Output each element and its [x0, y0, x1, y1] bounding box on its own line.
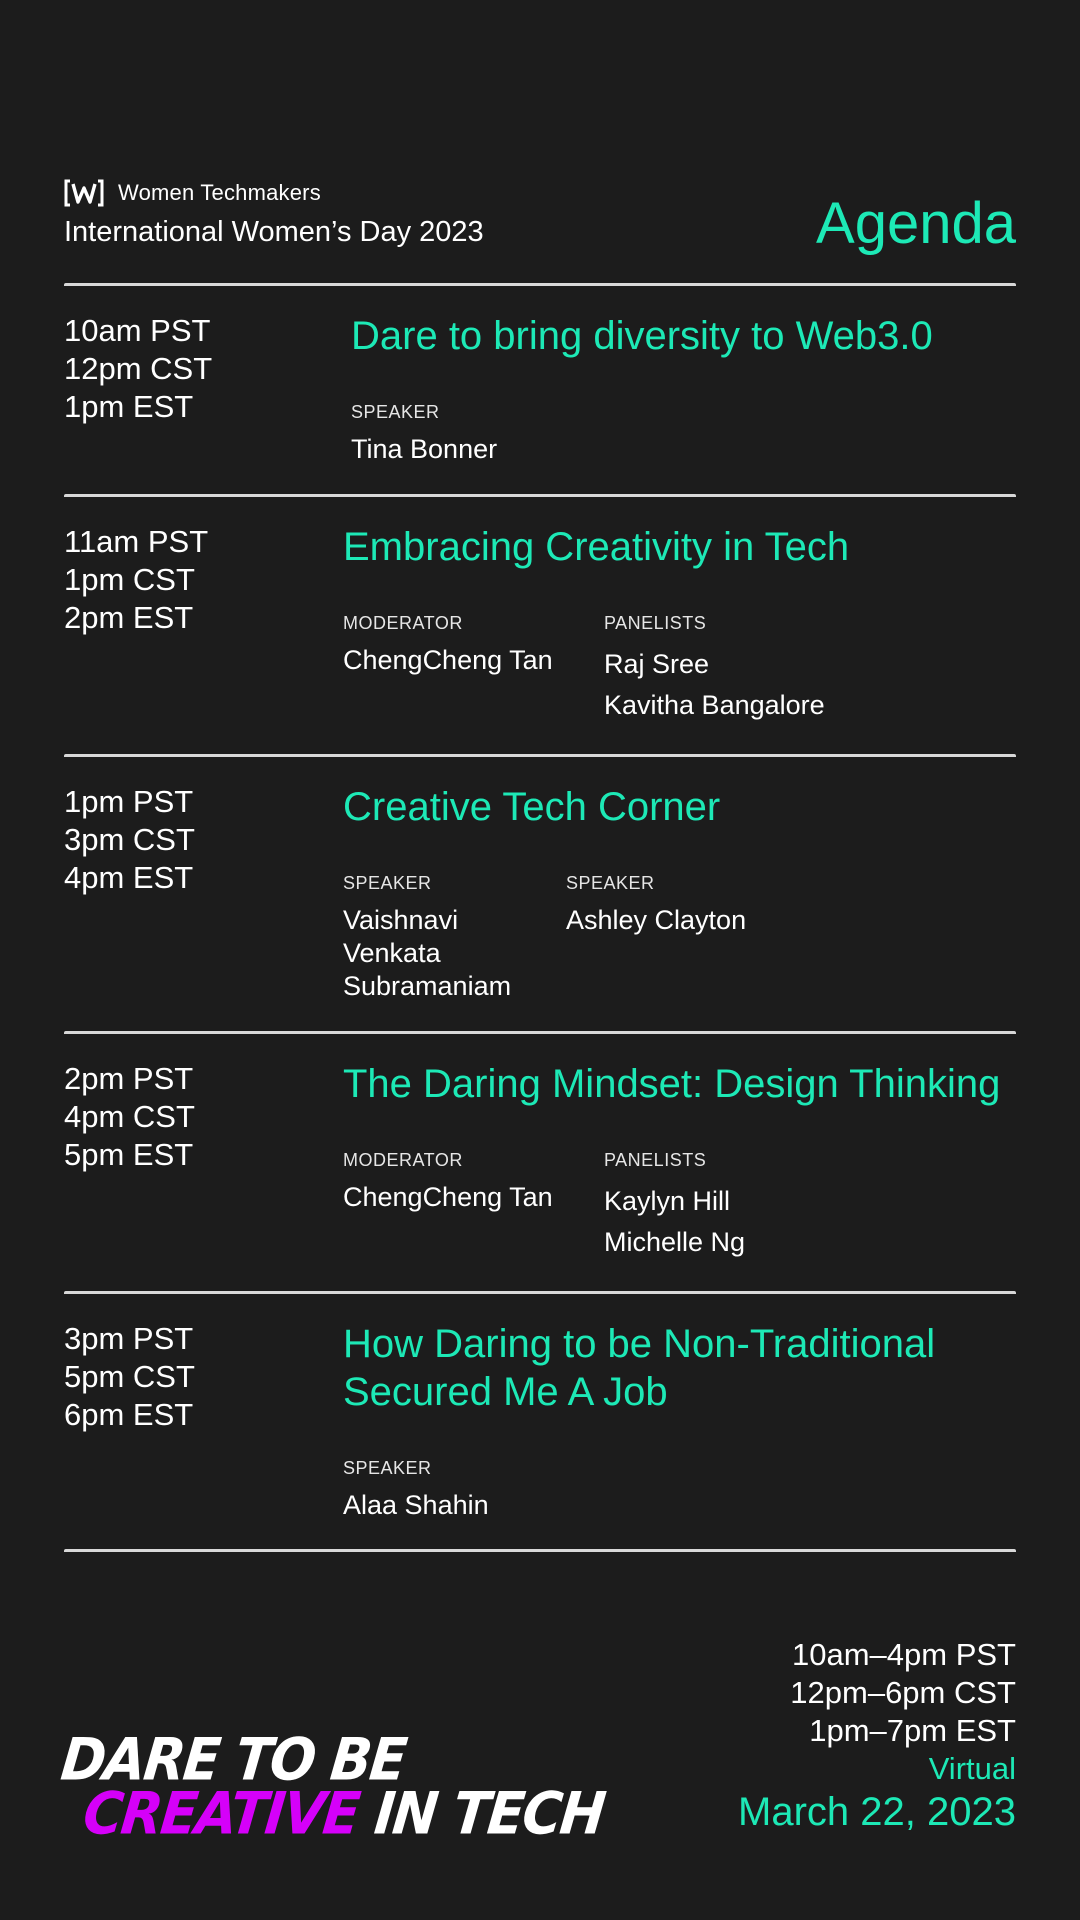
person-name: Kavitha Bangalore	[604, 690, 825, 720]
event-mode: Virtual	[928, 1751, 1016, 1786]
footer-tagline: DARE TO BE CREATIVE IN TECH	[53, 1725, 612, 1847]
time-est: 1pm EST	[64, 389, 194, 424]
time-pst: 1pm PST	[64, 784, 194, 819]
page-title: Agenda	[816, 191, 1016, 256]
session-times: 11am PST 1pm CST 2pm EST	[64, 523, 208, 637]
women-techmakers-logo-icon	[64, 179, 104, 207]
role-moderator: MODERATOR ChengCheng Tan	[343, 613, 604, 726]
time-cst: 5pm CST	[64, 1359, 195, 1394]
person-name: Alaa Shahin	[343, 1490, 489, 1520]
role-label: PANELISTS	[604, 613, 707, 633]
tagline-line-2: CREATIVE IN TECH	[53, 1779, 607, 1847]
session-roles: SPEAKER Tina Bonner	[351, 402, 1031, 466]
time-pst: 3pm PST	[64, 1321, 194, 1356]
person-name: Michelle Ng	[604, 1227, 746, 1257]
session-body: Embracing Creativity in Tech MODERATOR C…	[343, 523, 1023, 726]
role-moderator: MODERATOR ChengCheng Tan	[343, 1150, 604, 1263]
people-list: ChengCheng Tan	[343, 644, 604, 677]
session-roles: MODERATOR ChengCheng Tan PANELISTS Raj S…	[343, 613, 1023, 726]
role-label: PANELISTS	[604, 1150, 707, 1170]
time-est: 4pm EST	[64, 860, 194, 895]
footer-time-pst: 10am–4pm PST	[792, 1637, 1016, 1672]
people-list: Ashley Clayton	[566, 904, 746, 937]
divider	[64, 494, 1016, 499]
time-est: 6pm EST	[64, 1397, 194, 1432]
people-list: Tina Bonner	[351, 433, 497, 466]
person-name: Raj Sree	[604, 649, 710, 679]
time-cst: 12pm CST	[64, 351, 213, 386]
role-label: SPEAKER	[343, 1458, 432, 1478]
session-roles: MODERATOR ChengCheng Tan PANELISTS Kayly…	[343, 1150, 1023, 1263]
person-name: Vaishnavi	[343, 905, 459, 935]
session-body: How Daring to be Non-Traditional Secured…	[343, 1320, 983, 1522]
time-cst: 4pm CST	[64, 1099, 195, 1134]
divider	[64, 283, 1016, 288]
role-label: MODERATOR	[343, 613, 463, 633]
person-name: Tina Bonner	[351, 434, 498, 464]
time-pst: 2pm PST	[64, 1061, 194, 1096]
role-speaker: SPEAKER Tina Bonner	[351, 402, 497, 466]
time-est: 5pm EST	[64, 1137, 194, 1172]
session-roles: SPEAKER Alaa Shahin	[343, 1458, 983, 1522]
divider	[64, 1291, 1016, 1296]
tagline-line-1: DARE TO BE	[57, 1725, 409, 1794]
divider	[64, 1549, 1016, 1554]
person-name: Ashley Clayton	[566, 905, 747, 935]
time-cst: 1pm CST	[64, 562, 195, 597]
people-list: ChengCheng Tan	[343, 1181, 604, 1214]
role-label: SPEAKER	[343, 873, 432, 893]
session-body: The Daring Mindset: Design Thinking MODE…	[343, 1060, 1023, 1263]
people-list: Vaishnavi Venkata Subramaniam	[343, 904, 566, 1003]
session-body: Dare to bring diversity to Web3.0 SPEAKE…	[351, 312, 1031, 466]
session-title: The Daring Mindset: Design Thinking	[343, 1062, 1001, 1106]
session-title: How Daring to be Non-Traditional Secured…	[343, 1322, 936, 1414]
person-name: Venkata	[343, 938, 441, 968]
person-name: ChengCheng Tan	[343, 645, 553, 675]
footer-info: 10am–4pm PST 12pm–6pm CST 1pm–7pm EST Vi…	[738, 1636, 1016, 1836]
person-name: Subramaniam	[343, 971, 512, 1001]
divider	[64, 754, 1016, 759]
session-title: Embracing Creativity in Tech	[343, 525, 850, 569]
role-panelists: PANELISTS Kaylyn Hill Michelle Ng	[604, 1150, 745, 1263]
time-pst: 11am PST	[64, 524, 209, 559]
role-panelists: PANELISTS Raj Sree Kavitha Bangalore	[604, 613, 825, 726]
session-times: 10am PST 12pm CST 1pm EST	[64, 312, 212, 426]
person-name: ChengCheng Tan	[343, 1182, 553, 1212]
people-list: Raj Sree Kavitha Bangalore	[604, 644, 825, 726]
people-list: Alaa Shahin	[343, 1489, 489, 1522]
session-times: 3pm PST 5pm CST 6pm EST	[64, 1320, 195, 1434]
session-times: 1pm PST 3pm CST 4pm EST	[64, 783, 195, 897]
session-title: Creative Tech Corner	[343, 785, 721, 829]
role-label: SPEAKER	[566, 873, 655, 893]
time-cst: 3pm CST	[64, 822, 195, 857]
person-name: Kaylyn Hill	[604, 1186, 731, 1216]
tagline-rest: IN TECH	[354, 1779, 608, 1848]
footer-time-cst: 12pm–6pm CST	[790, 1675, 1016, 1710]
session-body: Creative Tech Corner SPEAKER Vaishnavi V…	[343, 783, 1023, 1003]
role-speaker: SPEAKER Ashley Clayton	[566, 873, 746, 1003]
session-title: Dare to bring diversity to Web3.0	[351, 314, 933, 358]
divider	[64, 1031, 1016, 1036]
brand-name: Women Techmakers	[118, 180, 321, 205]
time-est: 2pm EST	[64, 600, 194, 635]
session-times: 2pm PST 4pm CST 5pm EST	[64, 1060, 195, 1174]
role-speaker: SPEAKER Vaishnavi Venkata Subramaniam	[343, 873, 566, 1003]
people-list: Kaylyn Hill Michelle Ng	[604, 1181, 745, 1263]
role-speaker: SPEAKER Alaa Shahin	[343, 1458, 489, 1522]
role-label: SPEAKER	[351, 402, 440, 422]
time-pst: 10am PST	[64, 313, 211, 348]
footer-time-est: 1pm–7pm EST	[809, 1713, 1016, 1748]
event-date: March 22, 2023	[738, 1790, 1016, 1834]
role-label: MODERATOR	[343, 1150, 463, 1170]
session-roles: SPEAKER Vaishnavi Venkata Subramaniam SP…	[343, 873, 1023, 1003]
header: Women Techmakers International Women’s D…	[64, 178, 1016, 258]
tagline-highlight: CREATIVE	[80, 1779, 362, 1848]
